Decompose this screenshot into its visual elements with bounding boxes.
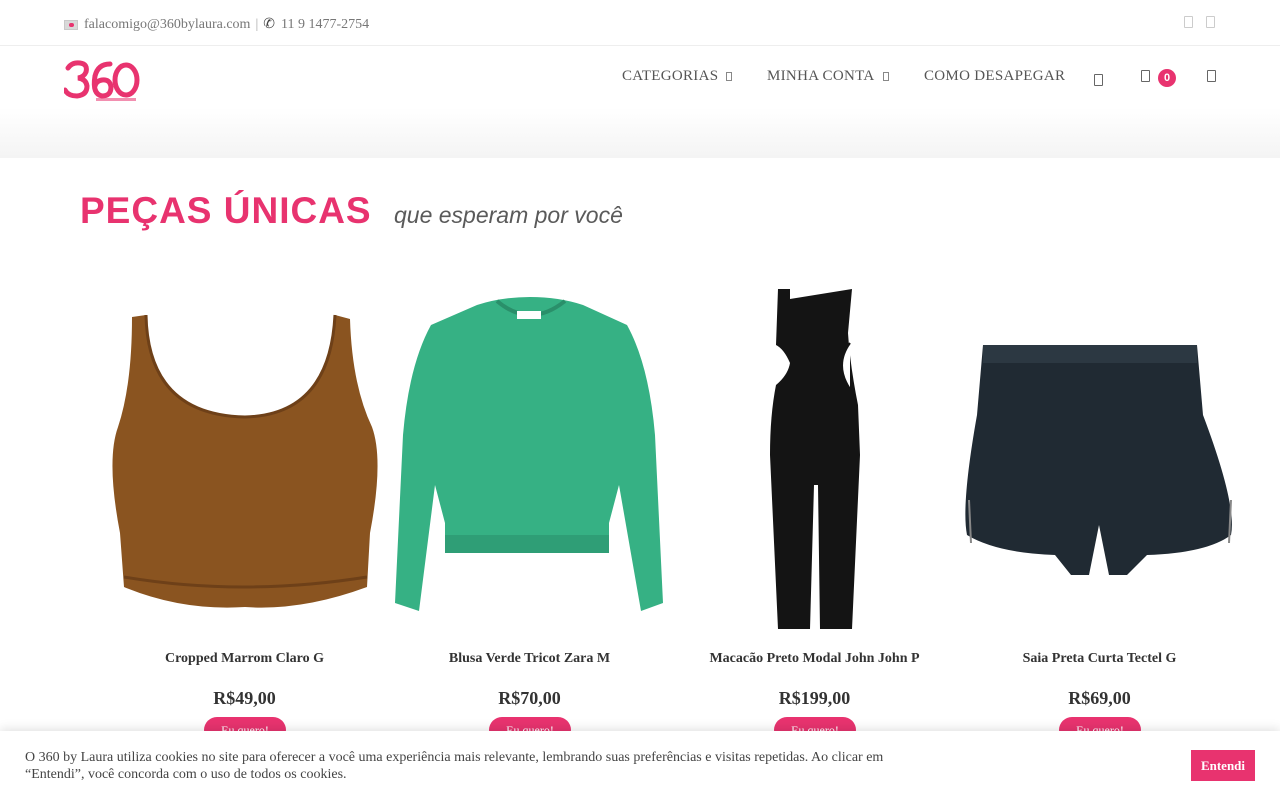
mail-icon	[64, 19, 78, 30]
main-header: CATEGORIAS MINHA CONTA COMO DESAPEGAR	[0, 46, 1280, 158]
product-image-blusa[interactable]	[387, 285, 672, 635]
chevron-down-icon	[882, 72, 889, 82]
cart-icon[interactable]	[1141, 70, 1150, 82]
product-price: R$49,00	[213, 688, 276, 708]
product-name[interactable]: Blusa Verde Tricot Zara M	[387, 651, 672, 667]
cookie-banner: O 360 by Laura utiliza cookies no site p…	[0, 731, 1280, 800]
product-price: R$199,00	[778, 688, 851, 708]
product-price: R$70,00	[498, 688, 561, 708]
product-image-saia[interactable]	[957, 285, 1242, 635]
logo[interactable]	[62, 54, 144, 104]
logo-mark-icon	[62, 60, 140, 101]
contact-info: falacomigo@360bylaura.com | ✆ 11 9 1477-…	[64, 16, 369, 33]
user-icon[interactable]	[1207, 70, 1216, 82]
contact-email[interactable]: falacomigo@360bylaura.com	[84, 17, 250, 33]
social-icon-facebook[interactable]	[1184, 16, 1193, 28]
product-image-macacao[interactable]	[672, 285, 957, 635]
contact-separator: |	[255, 16, 259, 32]
section-subtitle: que esperam por você	[394, 202, 623, 228]
nav-categorias[interactable]: CATEGORIAS	[622, 68, 733, 85]
product-name[interactable]: Saia Preta Curta Tectel G	[957, 651, 1242, 667]
chevron-down-icon	[726, 72, 733, 82]
product-card[interactable]: Cropped Marrom Claro G R$49,00 Eu quero!	[102, 285, 387, 745]
section-title: PEÇAS ÚNICAS	[80, 190, 372, 231]
nav-minha-conta-label: MINHA CONTA	[767, 68, 875, 84]
product-name[interactable]: Macacão Preto Modal John John P	[672, 651, 957, 667]
contact-phone[interactable]: 11 9 1477-2754	[281, 17, 369, 33]
product-card[interactable]: Saia Preta Curta Tectel G R$69,00 Eu que…	[957, 285, 1242, 745]
nav-minha-conta[interactable]: MINHA CONTA	[767, 68, 889, 85]
nav-como-desapegar-label: COMO DESAPEGAR	[924, 68, 1066, 84]
product-card[interactable]: Blusa Verde Tricot Zara M R$70,00 Eu que…	[387, 285, 672, 745]
accept-cookies-button[interactable]: Entendi	[1191, 750, 1255, 781]
product-name[interactable]: Cropped Marrom Claro G	[102, 651, 387, 667]
product-image-cropped[interactable]	[102, 285, 387, 635]
nav-como-desapegar[interactable]: COMO DESAPEGAR	[924, 68, 1065, 85]
top-bar: falacomigo@360bylaura.com | ✆ 11 9 1477-…	[0, 0, 1280, 46]
product-card[interactable]: Macacão Preto Modal John John P R$199,00…	[672, 285, 957, 745]
product-price: R$69,00	[1068, 688, 1131, 708]
nav-categorias-label: CATEGORIAS	[622, 68, 719, 84]
cart-count-badge: 0	[1158, 69, 1176, 87]
search-icon[interactable]	[1094, 74, 1103, 86]
phone-icon: ✆	[263, 17, 275, 32]
cookie-message: O 360 by Laura utiliza cookies no site p…	[25, 750, 884, 782]
social-icon-instagram[interactable]	[1206, 16, 1215, 28]
